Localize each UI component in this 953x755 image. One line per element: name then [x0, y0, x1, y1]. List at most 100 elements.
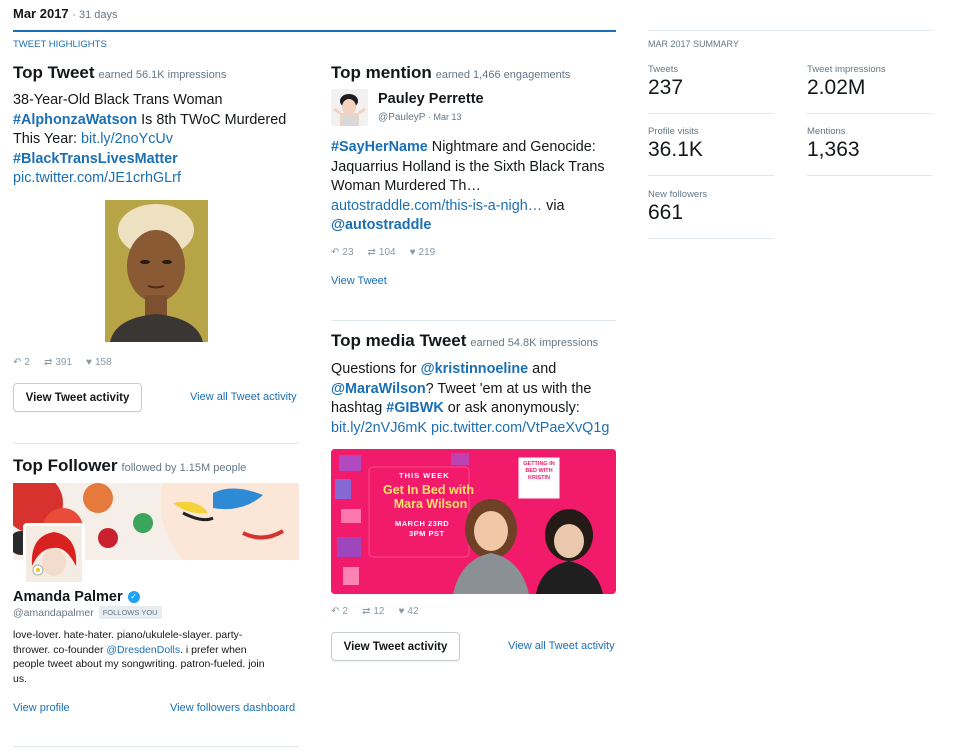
heart-icon: ♥	[398, 606, 405, 617]
follows-you-badge: FOLLOWS YOU	[98, 606, 162, 619]
view-tweet-link[interactable]: View Tweet	[331, 275, 387, 287]
top-media-text: Questions for @kristinnoeline and @MaraW…	[331, 360, 621, 438]
mention-author-meta: @PauleyP · Mar 13	[378, 112, 462, 123]
section-divider	[13, 746, 299, 747]
bio-line: people tweet about my songwriting. patro…	[13, 658, 265, 670]
follower-handle-row: @amandapalmer FOLLOWS YOU	[13, 606, 162, 619]
banner-sign: GETTING IN BED WITH KRISTIN	[523, 461, 555, 481]
tweet-text-line: hashtag	[331, 400, 387, 416]
retweet-icon: ⇄	[361, 606, 371, 617]
tweet-text-line: Jaquarrius Holland is the Sixth Black Tr…	[331, 158, 605, 175]
like-count: 158	[94, 357, 112, 368]
mention-date: · Mar 13	[428, 112, 462, 122]
top-tweet-text: 38-Year-Old Black Trans Woman #AlphonzaW…	[13, 91, 303, 189]
follower-avatar[interactable]	[23, 523, 85, 585]
media-banner-image[interactable]: THIS WEEK Get In Bed with Mara Wilson MA…	[331, 449, 616, 594]
highlights-underline	[13, 30, 616, 32]
bio-line: . i prefer when	[180, 643, 247, 656]
url-link[interactable]: pic.twitter.com/VtPaeXvQ1g	[427, 420, 609, 436]
view-all-tweet-activity-link[interactable]: View all Tweet activity	[190, 391, 297, 403]
retweet-count: 12	[373, 606, 385, 617]
retweet-stat: ⇄ 104	[368, 247, 396, 258]
reply-icon: ↶	[331, 247, 340, 258]
top-tweet-stats: ↶ 2 ⇄ 391 ♥ 158	[13, 357, 112, 368]
summary-impressions: Tweet impressions 2.02M	[807, 64, 933, 114]
reply-count: 2	[24, 357, 30, 368]
banner-title-2: Mara Wilson	[393, 497, 468, 511]
follower-handle: @amandapalmer	[13, 606, 94, 619]
top-follower-sub: followed by 1.15M people	[121, 462, 247, 474]
url-link[interactable]: bit.ly/2noYcUv	[81, 131, 173, 147]
hashtag-link[interactable]: #BlackTransLivesMatter	[13, 151, 178, 167]
mention-link[interactable]: @kristinnoeline	[421, 361, 529, 377]
summary-item-value: 661	[648, 201, 684, 224]
reply-stat: ↶ 2	[331, 606, 348, 617]
tweet-text-line: 38-Year-Old Black Trans Woman	[13, 92, 223, 108]
summary-item-label: Tweet impressions	[807, 64, 886, 75]
summary-item-value: 1,363	[807, 138, 860, 161]
tweet-text-line: ? Tweet 'em at us with the	[425, 380, 592, 397]
view-tweet-activity-button[interactable]: View Tweet activity	[13, 383, 142, 412]
mention-link[interactable]: @autostraddle	[331, 217, 431, 233]
tweet-text-line: Woman Murdered Th…	[331, 178, 481, 194]
url-link[interactable]: autostraddle.com/this-is-a-nigh…	[331, 198, 542, 214]
bio-line: us.	[13, 672, 28, 685]
period-days: · 31 days	[72, 9, 118, 21]
retweet-icon: ⇄	[43, 357, 53, 368]
retweet-stat: ⇄ 12	[362, 606, 385, 617]
hashtag-link[interactable]: #AlphonzaWatson	[13, 112, 137, 128]
top-media-sub: earned 54.8K impressions	[470, 337, 599, 349]
reply-stat: ↶ 23	[331, 247, 354, 258]
follower-bio: love-lover. hate-hater. piano/ukulele-sl…	[13, 628, 303, 686]
reply-icon: ↶	[331, 606, 340, 617]
mention-avatar[interactable]	[331, 89, 368, 126]
view-profile-link[interactable]: View profile	[13, 702, 70, 714]
top-follower-heading: Top Follower followed by 1.15M people	[13, 456, 246, 476]
summary-item-label: New followers	[648, 189, 708, 200]
follower-name[interactable]: Amanda Palmer	[13, 589, 123, 605]
top-mention-sub: earned 1,466 engagements	[435, 69, 571, 81]
section-divider	[13, 443, 299, 444]
period-month: Mar 2017	[13, 6, 69, 21]
mention-link[interactable]: @MaraWilson	[331, 381, 426, 397]
bio-line: thrower. co-founder	[13, 643, 107, 656]
top-mention-title: Top mention	[331, 63, 432, 82]
summary-label: MAR 2017 SUMMARY	[648, 39, 739, 49]
retweet-count: 104	[378, 247, 396, 258]
top-mention-text: #SayHerName Nightmare and Genocide: Jaqu…	[331, 138, 621, 236]
tweet-text-line: via	[542, 197, 565, 214]
bio-line: love-lover. hate-hater. piano/ukulele-sl…	[13, 629, 243, 641]
summary-profile-visits: Profile visits 36.1K	[648, 126, 774, 176]
summary-tweets: Tweets 237	[648, 64, 774, 114]
banner-this-week: THIS WEEK	[399, 471, 450, 480]
summary-top-divider	[648, 30, 933, 31]
tweet-photo[interactable]	[105, 200, 208, 342]
view-followers-dashboard-link[interactable]: View followers dashboard	[170, 702, 295, 714]
like-count: 42	[407, 606, 419, 617]
hashtag-link[interactable]: #SayHerName	[331, 139, 428, 155]
follower-name-row: Amanda Palmer ✓	[13, 589, 140, 605]
like-stat: ♥ 158	[86, 357, 112, 368]
reply-count: 23	[342, 247, 354, 258]
banner-date-1: MARCH 23RD	[395, 519, 450, 528]
bio-mention-link[interactable]: @DresdenDolls	[106, 644, 180, 656]
url-link[interactable]: pic.twitter.com/JE1crhGLrf	[13, 170, 181, 186]
hashtag-link[interactable]: #GIBWK	[386, 400, 444, 416]
url-link[interactable]: bit.ly/2nVJ6mK	[331, 420, 427, 436]
top-media-title: Top media Tweet	[331, 331, 467, 350]
retweet-count: 391	[55, 357, 73, 368]
reply-count: 2	[342, 606, 348, 617]
mention-author-name[interactable]: Pauley Perrette	[378, 91, 484, 107]
summary-item-label: Mentions	[807, 126, 846, 137]
view-all-tweet-activity-link[interactable]: View all Tweet activity	[508, 640, 615, 652]
period-header: Mar 2017 · 31 days	[13, 6, 118, 21]
tweet-text-line: This Year:	[13, 131, 81, 147]
view-tweet-activity-button[interactable]: View Tweet activity	[331, 632, 460, 661]
summary-item-label: Tweets	[648, 64, 679, 75]
top-tweet-sub: earned 56.1K impressions	[98, 69, 227, 81]
tweet-text-line: Questions for	[331, 361, 421, 377]
summary-item-label: Profile visits	[648, 126, 699, 137]
top-mention-heading: Top mention earned 1,466 engagements	[331, 63, 570, 83]
summary-mentions: Mentions 1,363	[807, 126, 933, 176]
retweet-icon: ⇄	[367, 247, 376, 258]
